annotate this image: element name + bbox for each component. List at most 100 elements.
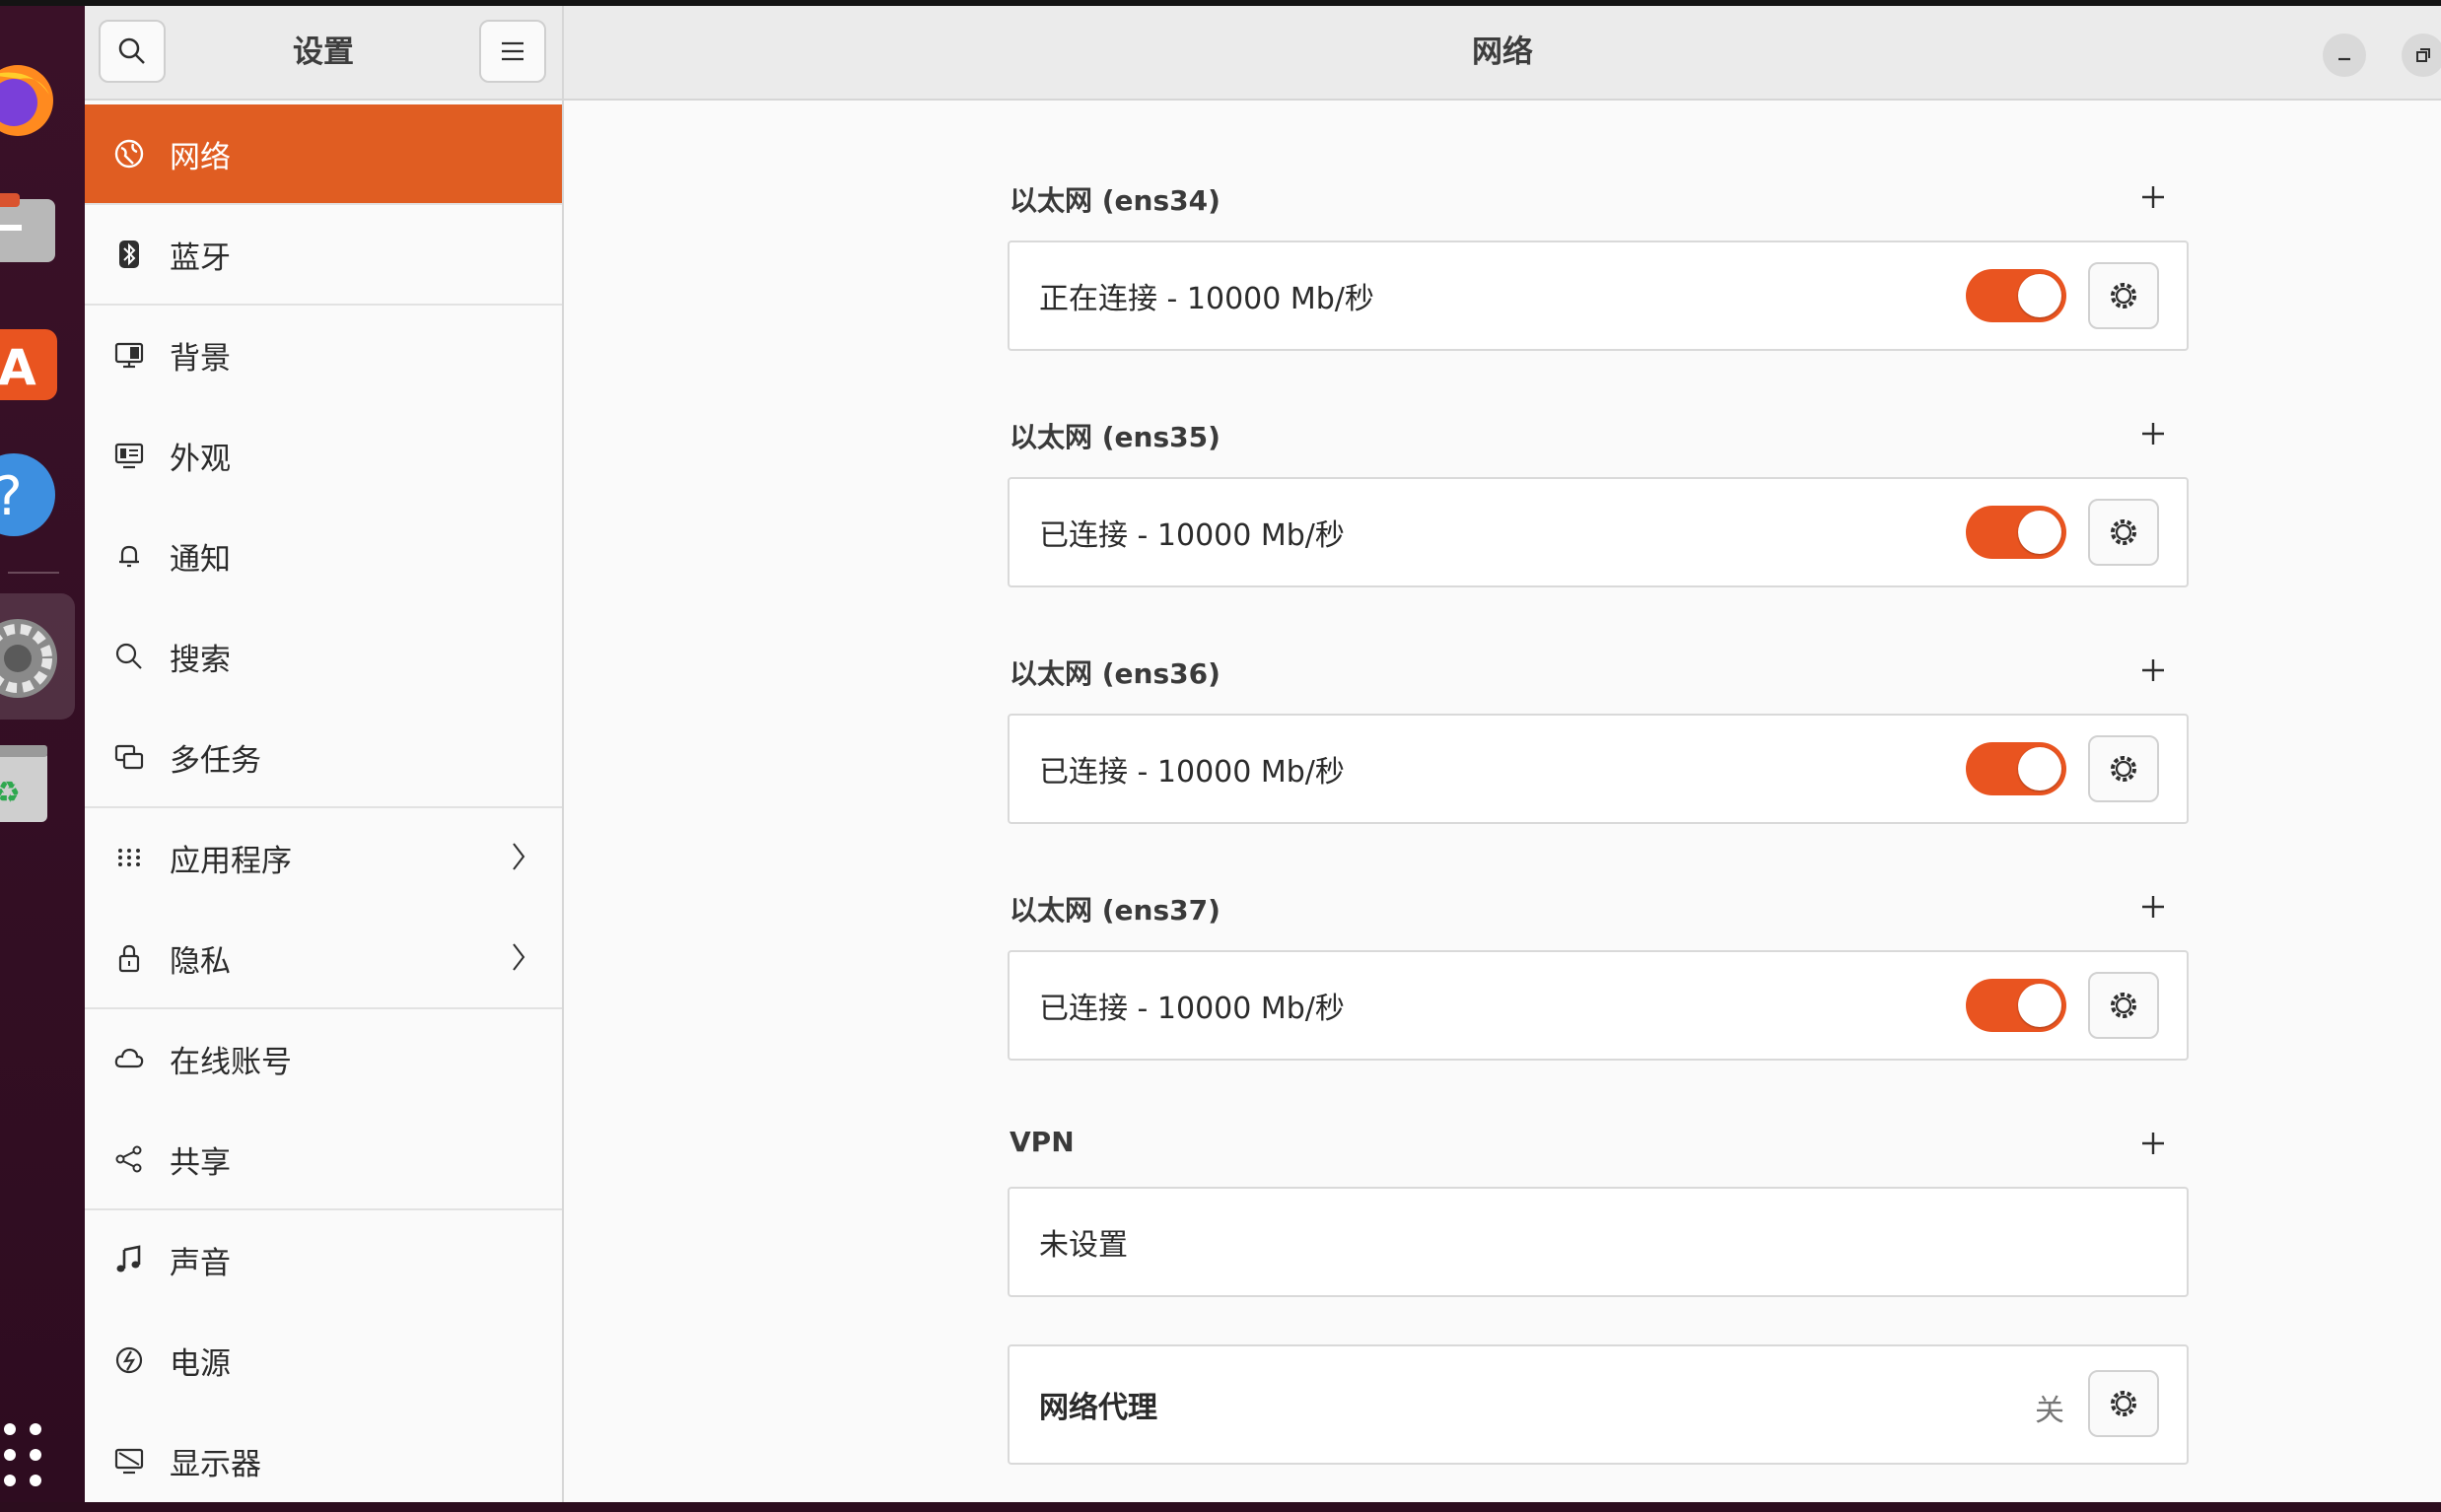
connection-status: 正在连接 - 10000 Mb/秒 (1039, 282, 1374, 316)
toggle-knob (2018, 747, 2061, 790)
minimize-icon (2338, 57, 2350, 61)
connection-status: 已连接 - 10000 Mb/秒 (1039, 518, 1345, 553)
sidebar-item-network[interactable]: 网络 (85, 104, 562, 203)
toggle-knob (2018, 511, 2061, 554)
search-button[interactable] (99, 20, 166, 83)
sidebar-item-sound[interactable]: 声音 (85, 1210, 562, 1309)
sidebar-item-label: 在线账号 (170, 1044, 292, 1080)
toggle-knob (2018, 984, 2061, 1027)
toggle-knob (2018, 274, 2061, 317)
connection-toggle[interactable] (1966, 506, 2066, 559)
share-icon (110, 1140, 148, 1178)
proxy-status: 关 (2035, 1394, 2064, 1428)
add-vpn-button[interactable] (2135, 1126, 2171, 1161)
plus-icon (2142, 659, 2164, 681)
sidebar-item-applications[interactable]: 应用程序 (85, 808, 562, 907)
vpn-row: 未设置 (1008, 1187, 2189, 1297)
chevron-right-icon (513, 843, 525, 870)
sidebar-title: 设置 (293, 34, 354, 70)
connection-status: 已连接 - 10000 Mb/秒 (1039, 755, 1345, 790)
ethernet-connection-row: 已连接 - 10000 Mb/秒 (1008, 477, 2189, 587)
display-icon (110, 1442, 148, 1479)
add-connection-button[interactable] (2135, 889, 2171, 925)
menu-button[interactable] (479, 20, 546, 83)
sidebar-item-label: 搜索 (170, 642, 231, 678)
section-title-ethernet: 以太网 (ens34) (1010, 184, 1220, 217)
sidebar-item-background[interactable]: 背景 (85, 306, 562, 404)
plus-icon (2142, 186, 2164, 208)
ethernet-connection-row: 已连接 - 10000 Mb/秒 (1008, 950, 2189, 1061)
connection-settings-button[interactable] (2088, 262, 2159, 329)
sidebar-item-label: 蓝牙 (170, 240, 231, 276)
proxy-settings-button[interactable] (2088, 1370, 2159, 1437)
power-icon (110, 1341, 148, 1379)
sidebar-item-label: 通知 (170, 541, 231, 578)
firefox-icon[interactable] (0, 45, 69, 144)
bell-icon (110, 537, 148, 575)
gear-icon (2111, 993, 2136, 1018)
sidebar-item-label: 多任务 (170, 742, 261, 779)
restore-button[interactable] (2402, 34, 2441, 77)
sidebar-item-online-accounts[interactable]: 在线账号 (85, 1009, 562, 1108)
search-icon (110, 638, 148, 675)
main-header: 网络 (564, 6, 2441, 101)
help-icon[interactable]: ? (0, 440, 69, 538)
sidebar-item-label: 显示器 (170, 1446, 261, 1482)
appearance-icon (110, 437, 148, 474)
connection-toggle[interactable] (1966, 269, 2066, 322)
sidebar-item-appearance[interactable]: 外观 (85, 406, 562, 505)
dock: A ? ♻ (0, 6, 85, 1502)
gear-icon (2111, 756, 2136, 782)
chevron-right-icon (513, 943, 525, 971)
settings-window: 设置 网络 网络 蓝牙 背景 外观 通知 搜索 多任务 应用程序 隐私 在线账号… (85, 6, 2441, 1502)
connection-settings-button[interactable] (2088, 972, 2159, 1039)
section-title-vpn: VPN (1010, 1126, 1075, 1158)
restore-icon (2416, 48, 2430, 62)
section-title-ethernet: 以太网 (ens35) (1010, 421, 1220, 453)
lock-icon (110, 939, 148, 977)
add-connection-button[interactable] (2135, 179, 2171, 215)
sidebar-item-label: 网络 (170, 139, 231, 175)
dock-separator (8, 572, 59, 574)
plus-icon (2142, 1133, 2164, 1154)
svg-text:?: ? (0, 465, 23, 527)
show-apps-icon[interactable] (0, 1409, 69, 1508)
sidebar-item-sharing[interactable]: 共享 (85, 1110, 562, 1208)
section-title-ethernet: 以太网 (ens36) (1010, 657, 1220, 690)
page-title: 网络 (1472, 34, 1533, 70)
network-proxy-row[interactable]: 网络代理 关 (1008, 1344, 2189, 1465)
music-note-icon (110, 1241, 148, 1278)
sidebar-item-multitasking[interactable]: 多任务 (85, 708, 562, 806)
plus-icon (2142, 423, 2164, 445)
minimize-button[interactable] (2323, 34, 2366, 77)
app-center-icon[interactable]: A (0, 308, 69, 406)
add-connection-button[interactable] (2135, 653, 2171, 688)
ethernet-connection-row: 已连接 - 10000 Mb/秒 (1008, 714, 2189, 824)
trash-icon[interactable]: ♻ (0, 731, 69, 830)
connection-settings-button[interactable] (2088, 499, 2159, 566)
settings-icon[interactable] (0, 607, 69, 706)
pane-divider (562, 6, 564, 1502)
files-icon[interactable] (0, 179, 69, 278)
connection-toggle[interactable] (1966, 979, 2066, 1032)
sidebar-item-power[interactable]: 电源 (85, 1311, 562, 1409)
hamburger-menu-icon (502, 41, 523, 61)
svg-text:A: A (0, 339, 36, 396)
sidebar-item-label: 背景 (170, 340, 231, 377)
connection-settings-button[interactable] (2088, 735, 2159, 802)
search-icon (118, 37, 145, 64)
sidebar-item-label: 隐私 (170, 943, 231, 980)
cloud-icon (110, 1040, 148, 1077)
add-connection-button[interactable] (2135, 416, 2171, 451)
sidebar-item-privacy[interactable]: 隐私 (85, 909, 562, 1007)
plus-icon (2142, 896, 2164, 918)
sidebar-item-displays[interactable]: 显示器 (85, 1411, 562, 1510)
connection-status: 已连接 - 10000 Mb/秒 (1039, 992, 1345, 1026)
sidebar-item-search[interactable]: 搜索 (85, 607, 562, 706)
sidebar-item-label: 应用程序 (170, 843, 292, 879)
sidebar-item-bluetooth[interactable]: 蓝牙 (85, 205, 562, 304)
background-icon (110, 336, 148, 374)
connection-toggle[interactable] (1966, 742, 2066, 795)
sidebar-item-notifications[interactable]: 通知 (85, 507, 562, 605)
vpn-status: 未设置 (1039, 1228, 1128, 1263)
